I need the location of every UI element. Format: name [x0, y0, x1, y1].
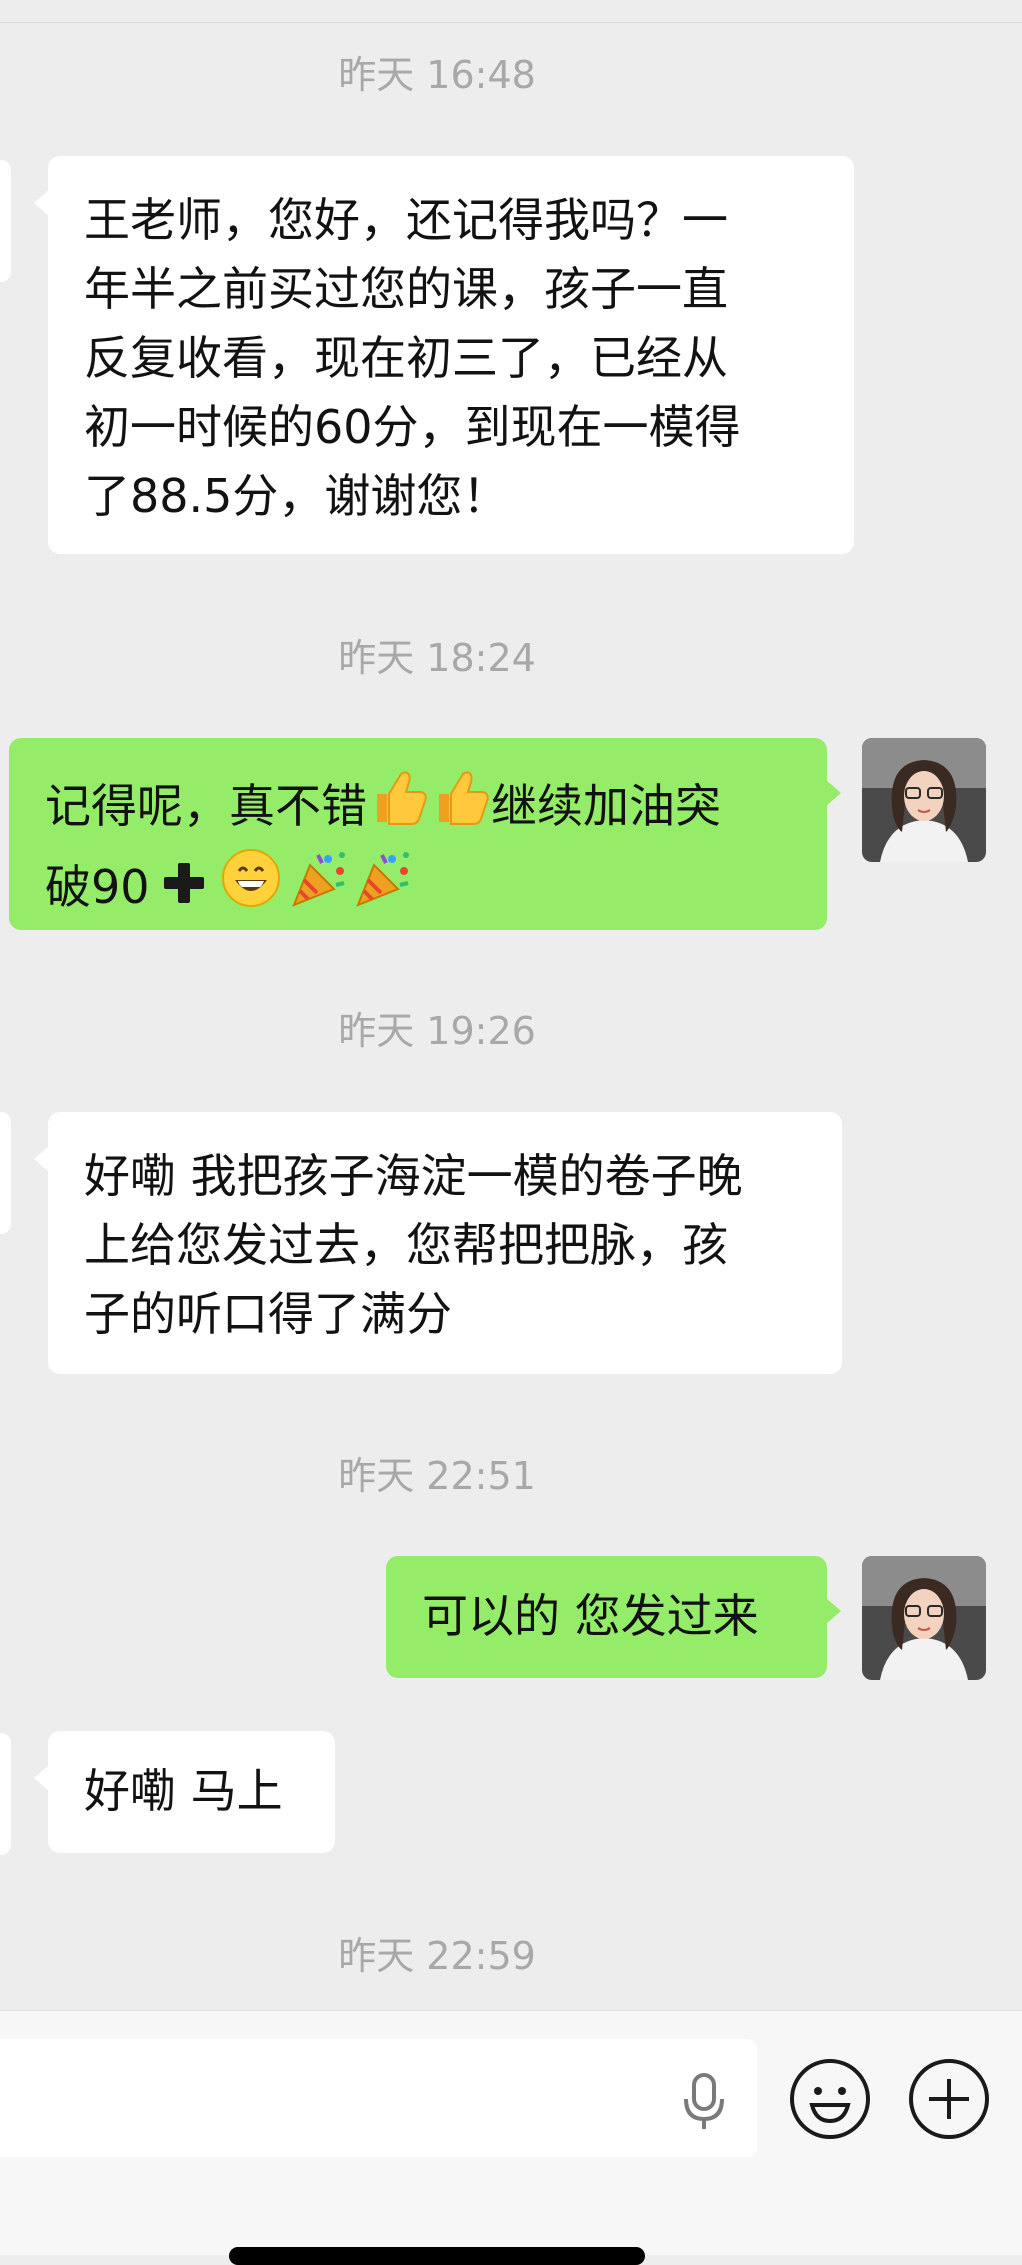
message-bubble-outgoing[interactable]: 记得呢，真不错 继续加油突 破90 — [9, 738, 841, 930]
message-input[interactable] — [0, 2039, 757, 2157]
chat-input-bar — [0, 2010, 1022, 2265]
message-text-line: 了88.5分，谢谢您！ — [84, 469, 509, 523]
emoji-face-icon[interactable] — [788, 2057, 872, 2141]
timestamp: 昨天 18:24 — [338, 636, 536, 680]
message-text-line: 好嘞 马上 — [84, 1764, 283, 1818]
sender-avatar-partial[interactable] — [0, 1112, 11, 1234]
timestamp: 昨天 16:48 — [338, 53, 536, 97]
message-text-line: 好嘞 我把孩子海淀一模的卷子晚 — [84, 1149, 743, 1203]
message-bubble-incoming[interactable]: 王老师，您好，还记得我吗？一 年半之前买过您的课，孩子一直 反复收看，现在初三了… — [34, 156, 854, 554]
plus-icon[interactable] — [907, 2057, 991, 2141]
sender-avatar-partial[interactable] — [0, 160, 11, 282]
top-divider — [0, 0, 1022, 23]
thumbs-up-icon — [367, 766, 429, 847]
message-text-line: 可以的 您发过来 — [422, 1589, 759, 1643]
message-text-line: 记得呢，真不错 继续加油突 — [45, 766, 791, 847]
message-text-line: 反复收看，现在初三了，已经从 — [84, 331, 728, 385]
message-text-segment: 记得呢，真不错 — [45, 779, 367, 833]
message-bubble-incoming[interactable]: 好嘞 马上 — [34, 1731, 335, 1853]
message-bubble-outgoing[interactable]: 可以的 您发过来 — [386, 1556, 841, 1678]
my-avatar[interactable] — [862, 738, 986, 862]
grinning-face-icon — [220, 847, 282, 928]
message-bubble-incoming[interactable]: 好嘞 我把孩子海淀一模的卷子晚 上给您发过去，您帮把把脉，孩 子的听口得了满分 — [34, 1112, 842, 1374]
message-text-line: 破90 — [45, 847, 791, 928]
message-text-line: 子的听口得了满分 — [84, 1287, 452, 1341]
my-avatar[interactable] — [862, 1556, 986, 1680]
message-text-line: 初一时候的60分，到现在一模得 — [84, 400, 741, 454]
message-text-line: 年半之前买过您的课，孩子一直 — [84, 262, 728, 316]
timestamp: 昨天 19:26 — [338, 1009, 536, 1053]
microphone-icon[interactable] — [676, 2071, 732, 2131]
message-text-segment: 继续加油突 — [491, 779, 721, 833]
message-text-line: 上给您发过去，您帮把把脉，孩 — [84, 1218, 728, 1272]
message-text-line: 王老师，您好，还记得我吗？一 — [84, 193, 728, 247]
sender-avatar-partial[interactable] — [0, 1733, 11, 1855]
home-indicator — [229, 2247, 645, 2265]
party-popper-icon — [352, 847, 414, 928]
party-popper-icon — [288, 847, 350, 928]
message-text-segment: 破90 — [45, 860, 150, 914]
heavy-plus-icon — [158, 857, 210, 928]
thumbs-up-icon — [429, 766, 491, 847]
timestamp: 昨天 22:59 — [338, 1934, 536, 1978]
timestamp: 昨天 22:51 — [338, 1454, 536, 1498]
